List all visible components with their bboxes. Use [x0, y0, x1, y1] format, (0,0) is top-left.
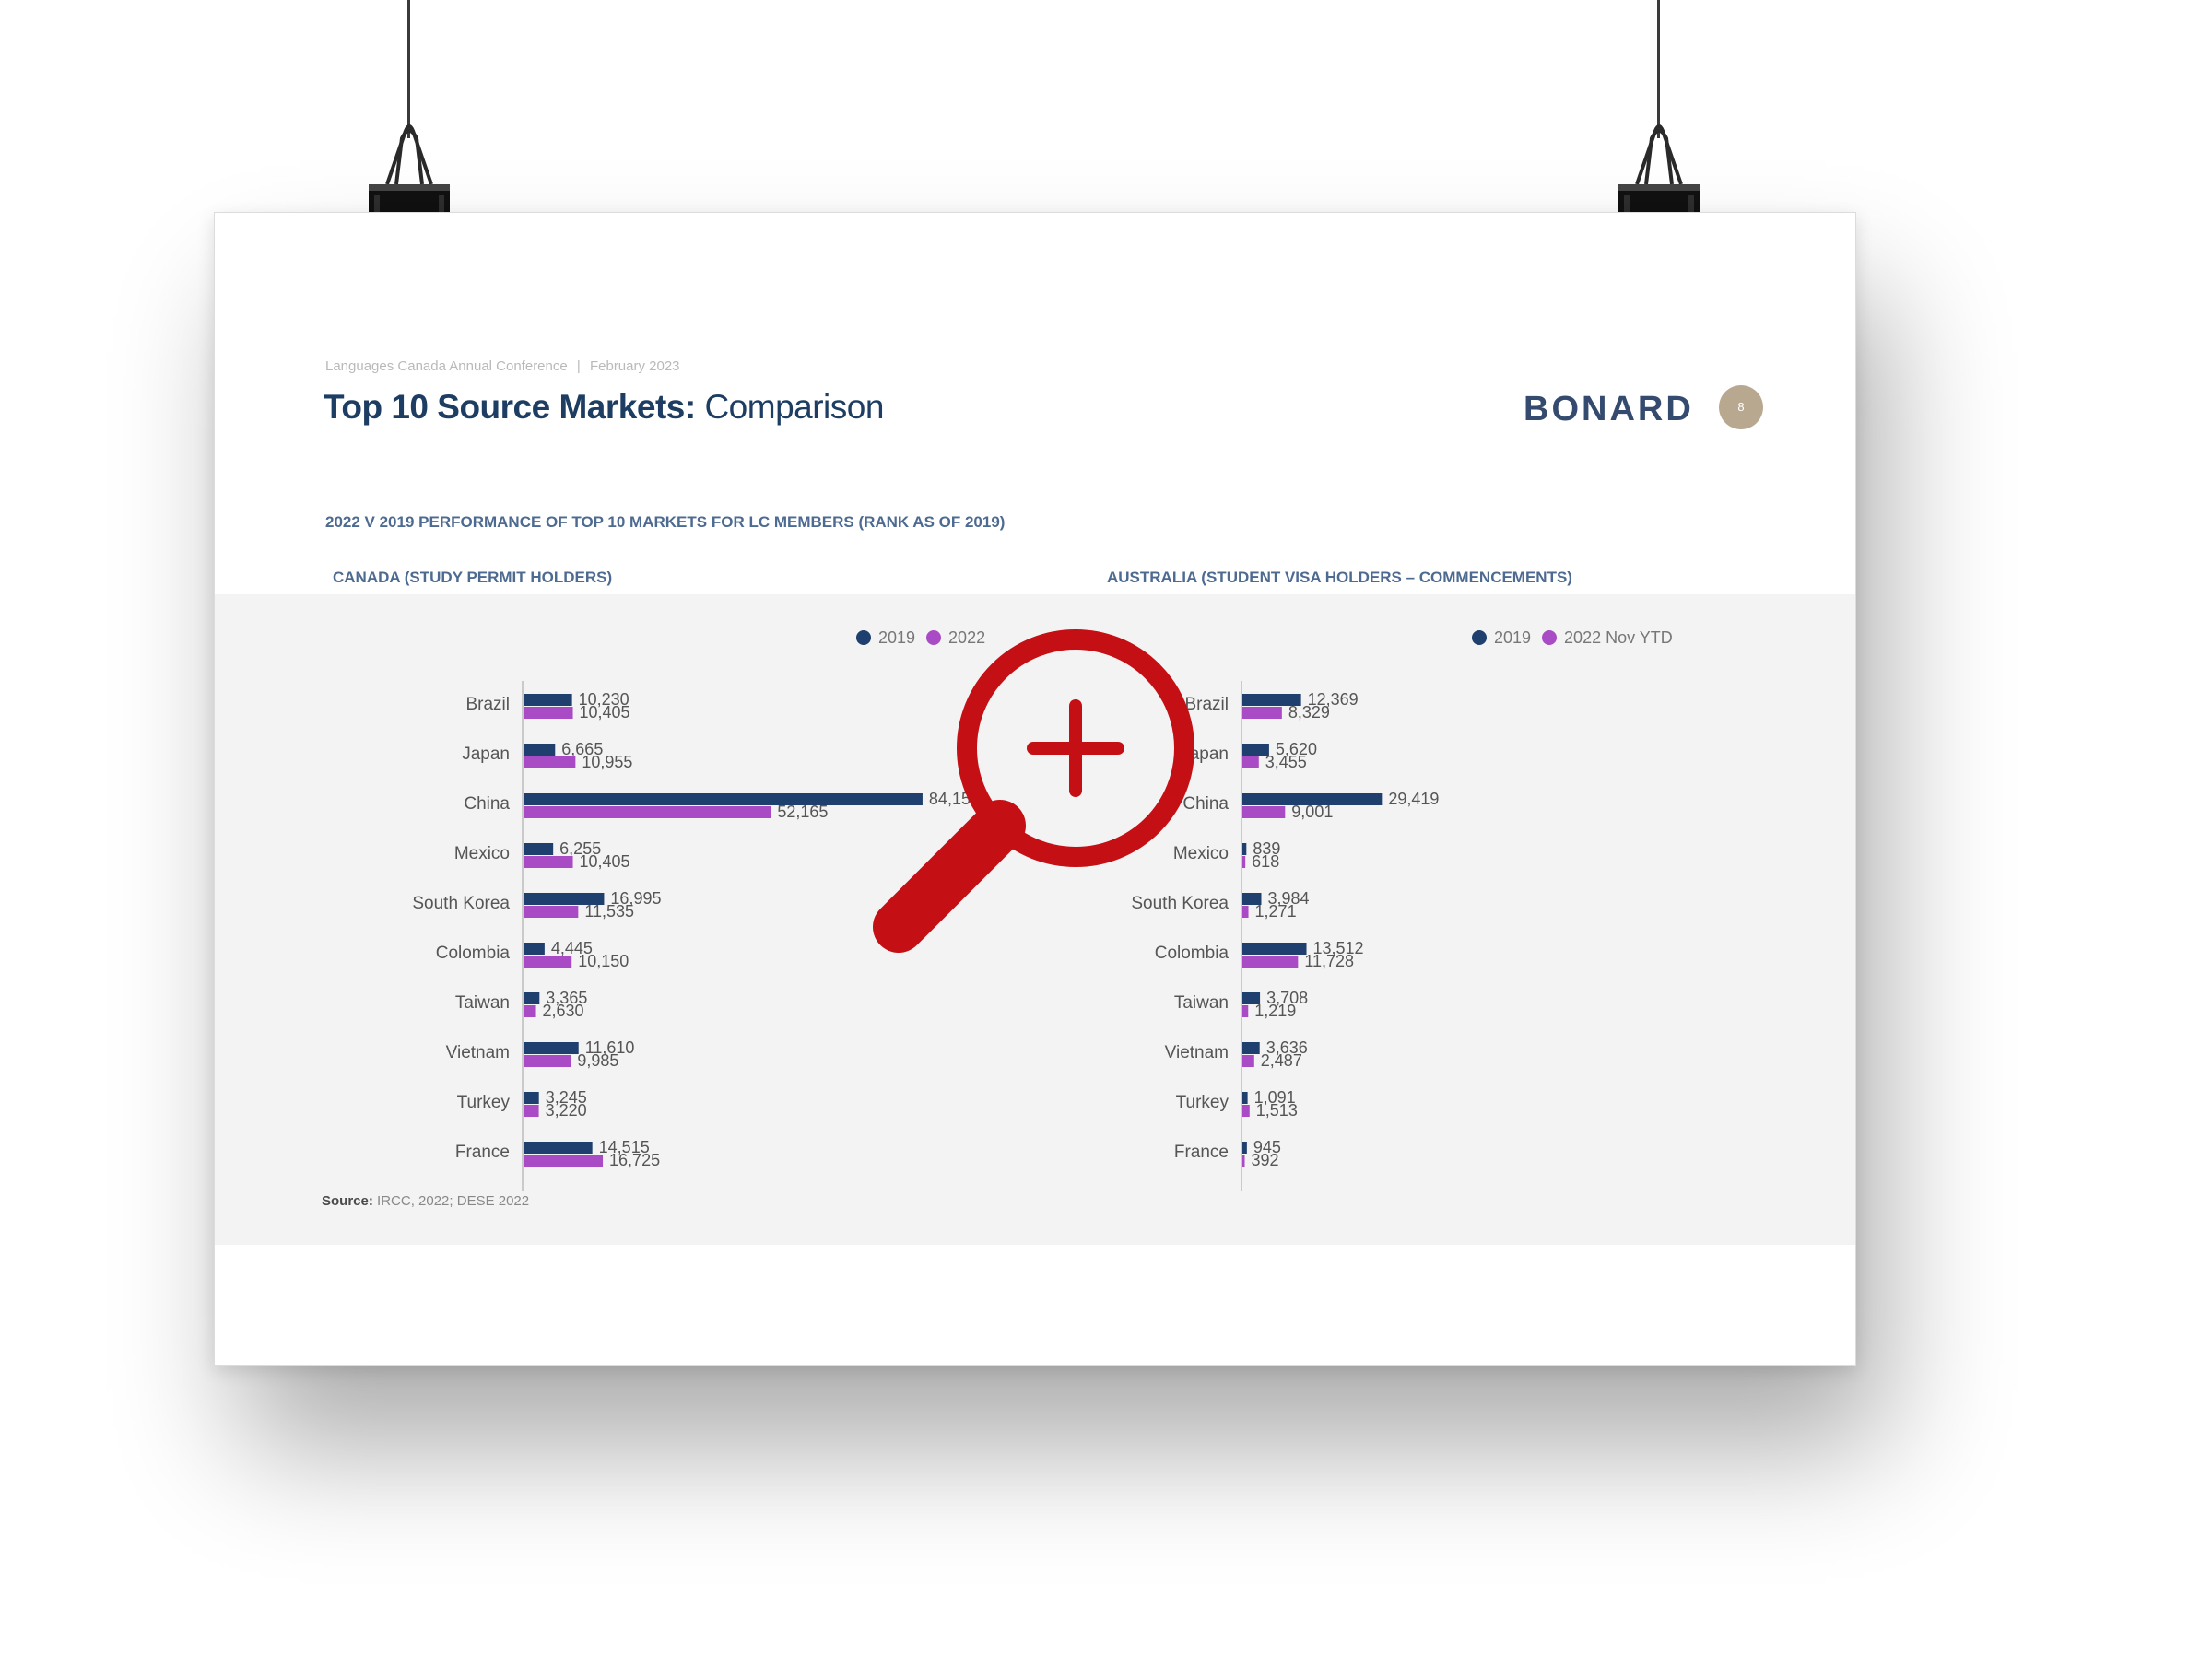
conference-separator: |	[576, 358, 581, 374]
australia-value-label: 9,001	[1291, 803, 1333, 821]
canada-category-label: China	[464, 794, 510, 814]
canada-bar-2019	[524, 744, 556, 756]
australia-bar-2022	[1242, 707, 1282, 719]
australia-value-label: 1,271	[1255, 902, 1297, 921]
canada-bar-2022	[524, 956, 572, 968]
zoom-in-icon[interactable]	[843, 617, 1212, 986]
australia-bar-2022	[1242, 856, 1246, 868]
australia-bar-2022	[1242, 906, 1249, 918]
australia-bar-2019	[1242, 1092, 1248, 1104]
canada-bar-2019	[524, 694, 572, 706]
canada-bar-2019	[524, 992, 540, 1004]
canada-bar-2022	[524, 856, 573, 868]
canada-value-label: 10,405	[580, 703, 630, 721]
australia-value-label: 618	[1252, 852, 1279, 871]
australia-bar-2022	[1242, 1155, 1245, 1167]
legend-label: 2022 Nov YTD	[1564, 627, 1673, 647]
conference-name: Languages Canada Annual Conference	[325, 358, 568, 374]
australia-panel-title: AUSTRALIA (STUDENT VISA HOLDERS – COMMEN…	[1107, 569, 1572, 586]
canada-bar-2019	[524, 1092, 539, 1104]
brand-logo: BONARD	[1524, 390, 1694, 428]
canada-bar-2022	[524, 1005, 536, 1017]
canada-bar-2019	[524, 943, 545, 955]
canada-category-label: Brazil	[465, 695, 510, 714]
australia-value-label: 1,219	[1254, 1002, 1296, 1020]
australia-value-label: 1,513	[1256, 1101, 1298, 1120]
legend-item-2019: 2019	[1472, 628, 1531, 648]
canada-bar-2022	[524, 756, 576, 768]
page-title-bold: Top 10 Source Markets:	[324, 388, 696, 426]
conference-date: February 2023	[589, 358, 680, 374]
australia-bar-2022	[1242, 956, 1299, 968]
australia-bar-2022	[1242, 1005, 1249, 1017]
australia-category-label: France	[1174, 1143, 1229, 1162]
page-title-light: Comparison	[704, 388, 884, 426]
canada-value-label: 52,165	[777, 803, 828, 821]
australia-value-label: 2,487	[1261, 1051, 1302, 1070]
canada-bar-2022	[524, 806, 771, 818]
canada-bar-2019	[524, 1042, 579, 1054]
canada-category-label: Japan	[462, 745, 510, 764]
canada-category-label: Colombia	[436, 944, 511, 963]
australia-bar-2019	[1242, 1142, 1247, 1154]
canada-category-label: Taiwan	[455, 993, 510, 1013]
page-number-badge: 8	[1719, 385, 1763, 429]
legend-dot-2022	[1542, 630, 1558, 645]
legend-item-2022-nov-ytd: 2022 Nov YTD	[1542, 628, 1673, 648]
canada-panel-title: CANADA (STUDY PERMIT HOLDERS)	[333, 569, 613, 586]
chart-subtitle: 2022 V 2019 PERFORMANCE OF TOP 10 MARKET…	[325, 513, 1006, 531]
canada-bar-2022	[524, 906, 579, 918]
australia-bar-2022	[1242, 1105, 1250, 1117]
source-note: Source: IRCC, 2022; DESE 2022	[322, 1193, 529, 1209]
canada-category-label: Vietnam	[446, 1043, 510, 1062]
canada-category-label: Mexico	[454, 844, 510, 863]
australia-bar-2022	[1242, 806, 1286, 818]
source-label: Source:	[322, 1193, 373, 1209]
australia-bar-2022	[1242, 1055, 1254, 1067]
australia-bar-2019	[1242, 943, 1307, 955]
australia-category-label: Turkey	[1176, 1093, 1230, 1112]
canada-value-label: 9,985	[577, 1051, 618, 1070]
page-title: Top 10 Source Markets: Comparison	[324, 388, 884, 427]
canada-category-label: South Korea	[412, 894, 510, 913]
conference-line: Languages Canada Annual Conference | Feb…	[325, 358, 680, 374]
australia-bar-2022	[1242, 756, 1259, 768]
canada-category-label: Turkey	[457, 1093, 511, 1112]
australia-bar-2019	[1242, 1042, 1260, 1054]
australia-value-label: 11,728	[1304, 952, 1354, 970]
australia-legend: 2019 2022 Nov YTD	[1472, 626, 1684, 650]
canada-value-label: 11,535	[584, 902, 634, 921]
canada-bar-2019	[524, 1142, 593, 1154]
canada-value-label: 2,630	[543, 1002, 584, 1020]
australia-value-label: 392	[1252, 1151, 1279, 1169]
australia-category-label: Vietnam	[1165, 1043, 1229, 1062]
australia-value-label: 3,455	[1265, 753, 1307, 771]
australia-value-label: 8,329	[1288, 703, 1330, 721]
canada-bar-2019	[524, 843, 554, 855]
canada-value-label: 10,955	[582, 753, 632, 771]
australia-category-label: Taiwan	[1174, 993, 1229, 1013]
australia-value-label: 29,419	[1388, 790, 1439, 808]
canada-bar-2022	[524, 707, 573, 719]
canada-bar-2022	[524, 1105, 539, 1117]
canada-value-label: 3,220	[546, 1101, 587, 1120]
australia-bar-2019	[1242, 843, 1247, 855]
canada-value-label: 10,405	[580, 852, 630, 871]
source-text: IRCC, 2022; DESE 2022	[377, 1193, 530, 1209]
canada-bar-2022	[524, 1155, 604, 1167]
canada-category-label: France	[455, 1143, 510, 1162]
legend-dot-2019	[1472, 630, 1487, 645]
canada-value-label: 10,150	[578, 952, 629, 970]
legend-label: 2019	[1494, 627, 1532, 647]
canada-value-label: 16,725	[609, 1151, 660, 1169]
canada-bar-2022	[524, 1055, 571, 1067]
